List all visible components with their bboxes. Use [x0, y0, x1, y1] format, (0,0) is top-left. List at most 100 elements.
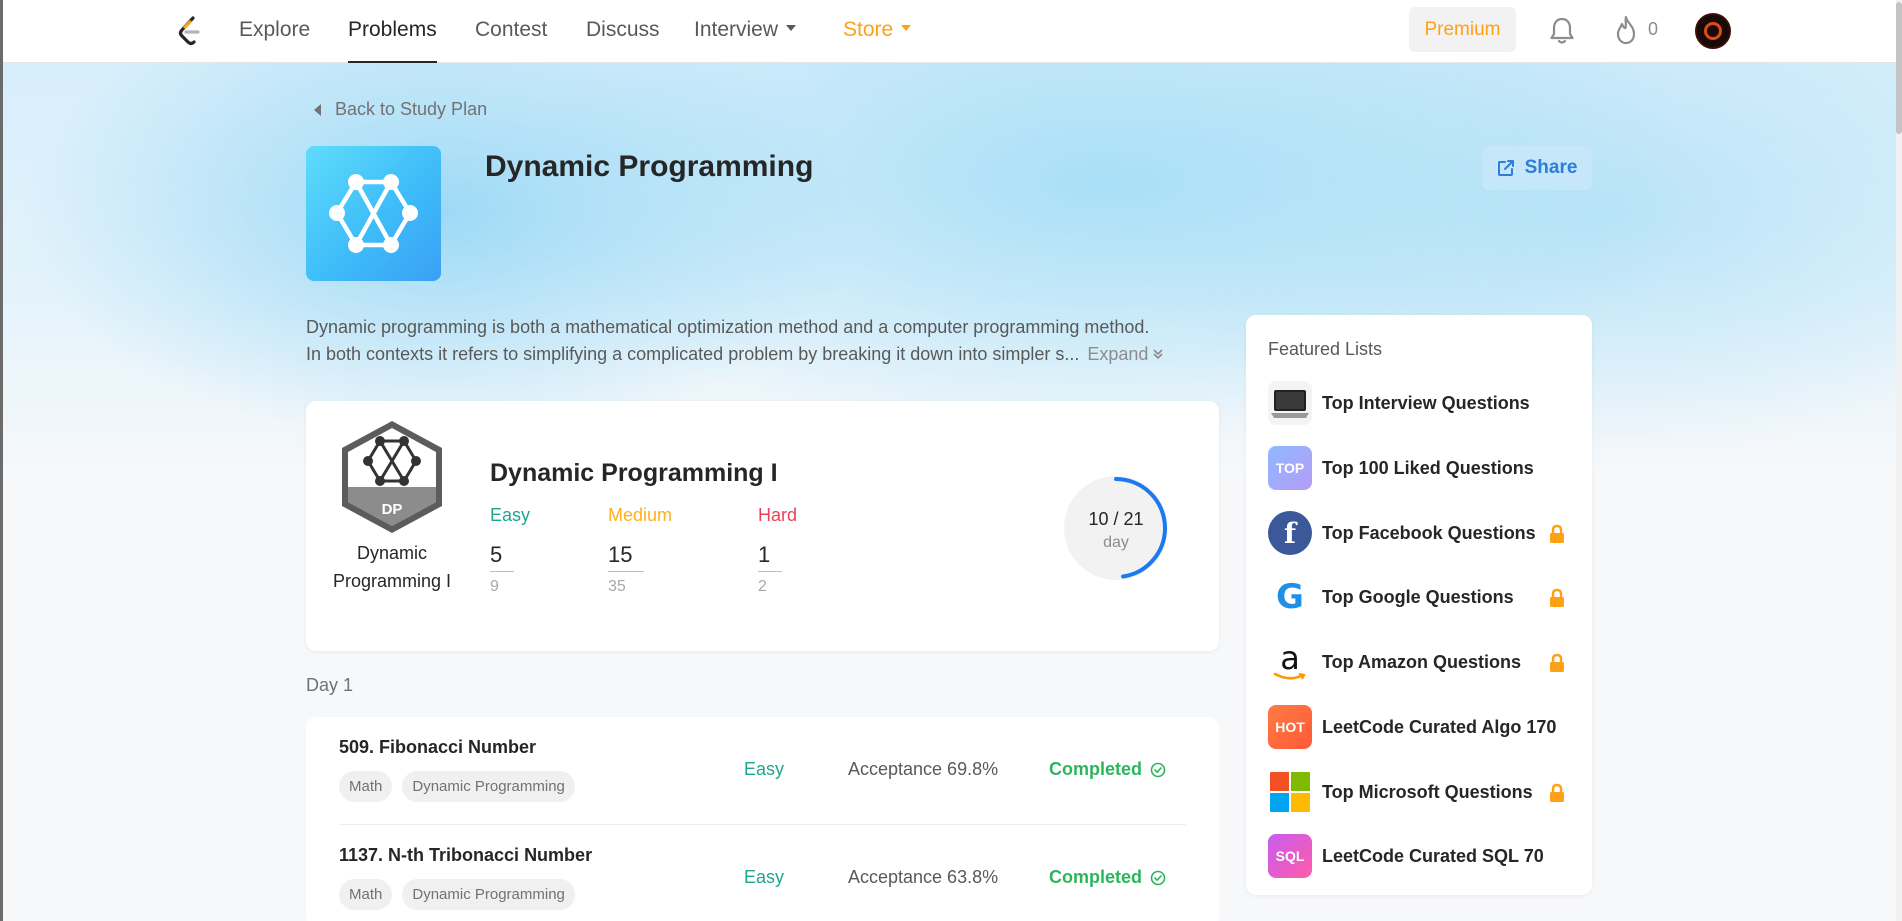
question-acceptance: Acceptance 63.8% [848, 867, 999, 887]
lock-icon [1550, 588, 1564, 607]
featured-item-curated-algo[interactable]: HOT LeetCode Curated Algo 170 [1268, 704, 1578, 750]
featured-item-top-interview[interactable]: Top Interview Questions [1268, 380, 1578, 426]
featured-item-facebook[interactable]: f Top Facebook Questions [1268, 510, 1578, 556]
expand-button[interactable]: Expand [1087, 344, 1165, 364]
lock-icon [1550, 783, 1564, 802]
easy-label: Easy [490, 505, 531, 525]
lock-icon [1550, 524, 1564, 543]
easy-total: 9 [490, 578, 499, 595]
expand-label: Expand [1087, 344, 1149, 364]
question-row[interactable]: 1137. N-th Tribonacci Number Math Dynami… [306, 825, 1219, 921]
window-edge [0, 0, 3, 921]
hard-done: 1 [758, 542, 783, 572]
question-status: Completed [1049, 867, 1166, 888]
day-fraction: 10 / 21 [1088, 509, 1144, 529]
featured-label: LeetCode Curated Algo 170 [1322, 716, 1557, 737]
top-icon: TOP [1268, 446, 1312, 490]
streak-count: 0 [1648, 19, 1659, 39]
featured-item-microsoft[interactable]: Top Microsoft Questions [1268, 769, 1578, 815]
featured-label: Top Interview Questions [1322, 392, 1530, 413]
icon-text: G [1276, 577, 1304, 617]
question-title[interactable]: 1137. N-th Tribonacci Number [339, 845, 592, 866]
nav-contest[interactable]: Contest [475, 18, 547, 63]
nav-interview[interactable]: Interview [694, 18, 797, 63]
question-difficulty: Easy [744, 759, 785, 779]
question-difficulty: Easy [744, 867, 785, 887]
back-link-label: Back to Study Plan [335, 99, 488, 119]
progress-card: DP Dynamic Programming I Dynamic Program… [306, 401, 1219, 651]
nav-store[interactable]: Store [843, 18, 912, 63]
amazon-smile [1273, 672, 1306, 680]
description-line-2: In both contexts it refers to simplifyin… [306, 341, 1216, 368]
card-title: Dynamic Programming I [490, 459, 778, 487]
featured-label: Top Microsoft Questions [1322, 781, 1533, 802]
leetcode-logo[interactable] [173, 14, 207, 48]
chevron-down-icon [786, 25, 797, 32]
double-chevron-down-icon [1153, 349, 1163, 360]
featured-item-amazon[interactable]: a Top Amazon Questions [1268, 639, 1578, 685]
featured-label: Top Facebook Questions [1322, 522, 1536, 543]
featured-item-google[interactable]: G Top Google Questions [1268, 574, 1578, 620]
bell-icon[interactable] [1548, 15, 1576, 45]
icon-text: TOP [1275, 460, 1305, 476]
badge-caption: Dynamic Programming I [332, 543, 452, 591]
scrollbar[interactable] [1896, 0, 1902, 921]
nav-discuss[interactable]: Discuss [586, 18, 660, 63]
easy-done: 5 [490, 542, 515, 572]
hard-stat: Hard 1 2 [758, 505, 868, 596]
sql-icon: SQL [1268, 834, 1312, 878]
description-line-1: Dynamic programming is both a mathematic… [306, 317, 1150, 337]
featured-label: Top Amazon Questions [1322, 651, 1522, 672]
question-acceptance: Acceptance 69.8% [848, 759, 999, 779]
scrollbar-thumb[interactable] [1896, 2, 1902, 134]
fire-icon[interactable] [1612, 14, 1640, 46]
tag[interactable]: Math [339, 879, 393, 910]
question-title[interactable]: 509. Fibonacci Number [339, 737, 536, 758]
status-label: Completed [1049, 867, 1143, 887]
question-row[interactable]: 509. Fibonacci Number Math Dynamic Progr… [306, 717, 1219, 825]
check-circle-icon [1150, 870, 1166, 885]
featured-lists-panel: Featured Lists Top Interview Questions T… [1246, 315, 1592, 895]
tag[interactable]: Math [339, 771, 393, 802]
tag[interactable]: Dynamic Programming [402, 879, 575, 910]
facebook-icon: f [1268, 511, 1312, 555]
question-status: Completed [1049, 759, 1166, 780]
page-title: Dynamic Programming [485, 150, 814, 183]
day-unit: day [1103, 534, 1129, 551]
avatar-image [1704, 22, 1722, 40]
google-icon: G [1268, 575, 1312, 619]
premium-button[interactable]: Premium [1409, 7, 1516, 52]
study-plan-icon [306, 146, 441, 281]
laptop-icon [1268, 381, 1312, 425]
medium-done: 15 [608, 542, 645, 572]
icon-text: a [1280, 640, 1300, 677]
tag[interactable]: Dynamic Programming [402, 771, 575, 802]
question-tags: Math Dynamic Programming [339, 771, 575, 802]
featured-item-top-100-liked[interactable]: TOP Top 100 Liked Questions [1268, 445, 1578, 491]
hot-icon: HOT [1268, 705, 1312, 749]
avatar[interactable] [1695, 13, 1731, 49]
question-list: 509. Fibonacci Number Math Dynamic Progr… [306, 717, 1219, 921]
microsoft-icon [1268, 770, 1312, 814]
nav-problems[interactable]: Problems [348, 18, 437, 63]
share-button[interactable]: Share [1482, 146, 1592, 190]
featured-item-curated-sql[interactable]: SQL LeetCode Curated SQL 70 [1268, 833, 1578, 879]
nav-store-label: Store [843, 18, 894, 41]
medium-stat: Medium 15 35 [608, 505, 718, 596]
share-icon [1497, 160, 1514, 176]
status-label: Completed [1049, 759, 1143, 779]
hard-label: Hard [758, 505, 798, 525]
icon-text: f [1283, 516, 1297, 550]
icon-text: HOT [1275, 719, 1305, 735]
easy-stat: Easy 5 9 [490, 505, 600, 596]
featured-label: Top 100 Liked Questions [1322, 457, 1534, 478]
featured-label: LeetCode Curated SQL 70 [1322, 845, 1544, 866]
lock-icon [1550, 653, 1564, 672]
nav-explore[interactable]: Explore [239, 18, 310, 63]
icon-text: SQL [1275, 848, 1305, 864]
day-progress-ring: 10 / 21 day [1061, 473, 1171, 583]
description-line-2-text: In both contexts it refers to simplifyin… [306, 344, 1080, 364]
chevron-down-icon [901, 25, 912, 32]
back-to-study-plan-link[interactable]: Back to Study Plan [314, 99, 487, 120]
amazon-icon: a [1268, 640, 1312, 684]
